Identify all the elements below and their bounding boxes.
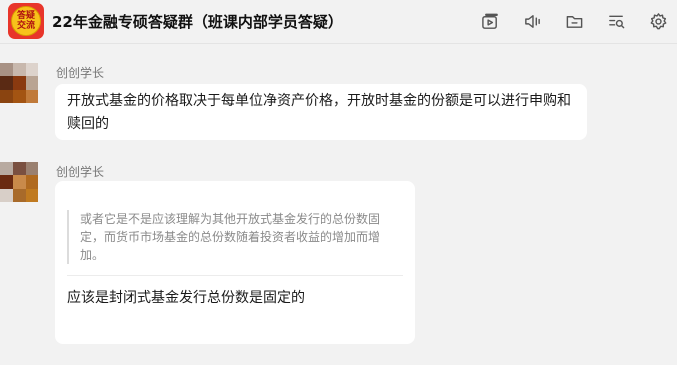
quote-divider	[67, 275, 403, 276]
search-list-icon[interactable]	[605, 10, 627, 32]
message-bubble[interactable]: 或者它是不是应该理解为其他开放式基金发行的总份数固定，而货币市场基金的总份数随着…	[55, 181, 415, 344]
chat-header: 答疑 交流 22年金融专硕答疑群（班课内部学员答疑）	[0, 0, 677, 44]
sender-avatar[interactable]	[0, 162, 38, 202]
video-icon[interactable]	[479, 10, 501, 32]
gear-icon[interactable]	[647, 10, 669, 32]
folder-icon[interactable]	[563, 10, 585, 32]
message-text: 应该是封闭式基金发行总份数是固定的	[67, 290, 305, 306]
group-avatar-text-line2: 交流	[16, 21, 35, 31]
group-avatar[interactable]: 答疑 交流	[8, 3, 44, 39]
sender-name: 创创学长	[56, 165, 105, 179]
chat-title[interactable]: 22年金融专硕答疑群（班课内部学员答疑）	[52, 11, 343, 32]
message-bubble[interactable]: 开放式基金的价格取决于每单位净资产价格，开放时基金的份额是可以进行申购和赎回的	[55, 84, 587, 140]
group-avatar-badge: 答疑 交流	[11, 6, 41, 36]
message-text: 开放式基金的价格取决于每单位净资产价格，开放时基金的份额是可以进行申购和赎回的	[67, 93, 571, 132]
group-avatar-text-line1: 答疑	[16, 11, 35, 21]
sender-name: 创创学长	[56, 66, 105, 80]
sender-avatar[interactable]	[0, 63, 38, 103]
voice-icon[interactable]	[521, 10, 543, 32]
quoted-message[interactable]: 或者它是不是应该理解为其他开放式基金发行的总份数固定，而货币市场基金的总份数随着…	[67, 210, 399, 264]
